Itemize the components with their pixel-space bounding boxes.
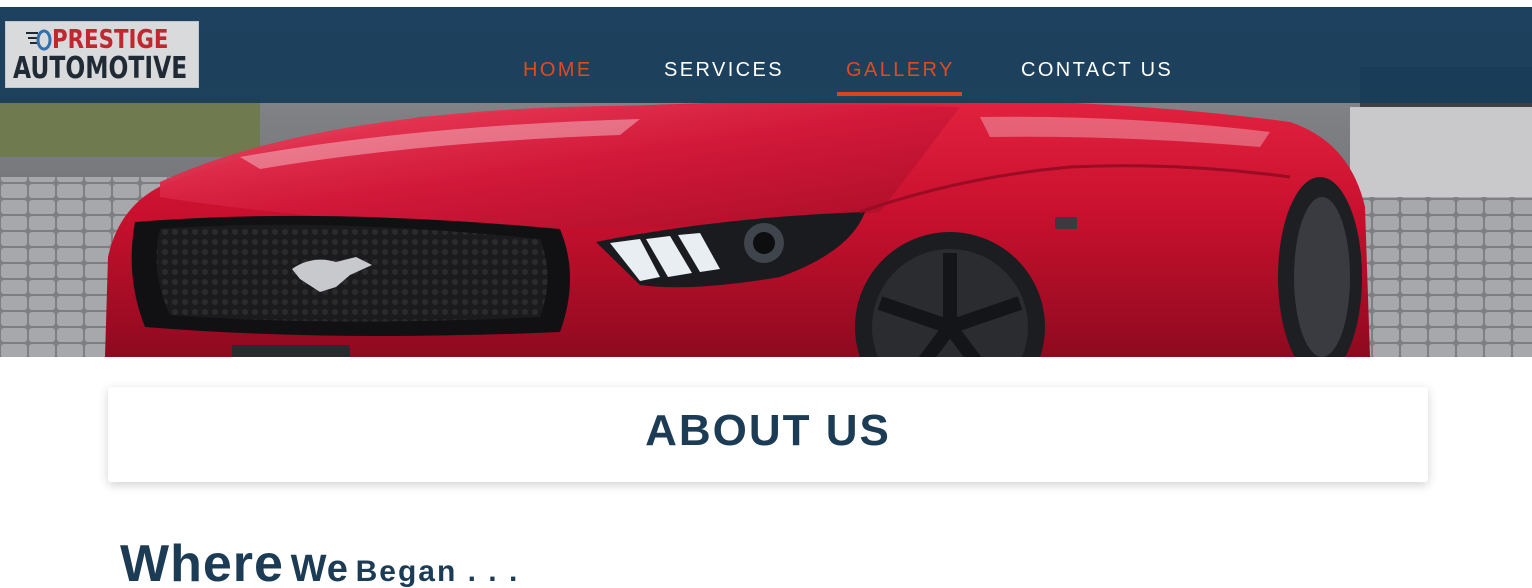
about-us-card: ABOUT US bbox=[108, 387, 1428, 482]
wheel-logo-icon bbox=[26, 29, 52, 51]
about-us-heading: ABOUT US bbox=[645, 406, 891, 455]
nav-gallery[interactable]: GALLERY bbox=[846, 58, 955, 82]
where-we-began-heading: Where We Began . . . bbox=[120, 536, 519, 588]
active-nav-indicator bbox=[837, 92, 962, 96]
brand-logo[interactable]: PRESTIGE AUTOMOTIVE bbox=[5, 21, 199, 88]
logo-text-automotive: AUTOMOTIVE bbox=[13, 51, 188, 86]
top-strip bbox=[0, 0, 1532, 7]
heading-word-began: Began . . . bbox=[355, 555, 520, 588]
nav-home[interactable]: HOME bbox=[523, 58, 593, 82]
nav-services[interactable]: SERVICES bbox=[664, 58, 784, 82]
navigation-bar: PRESTIGE AUTOMOTIVE HOME SERVICES GALLER… bbox=[0, 7, 1532, 103]
heading-word-where: Where bbox=[120, 535, 284, 588]
heading-word-we: We bbox=[290, 548, 349, 588]
nav-contact-us[interactable]: CONTACT US bbox=[1021, 58, 1173, 82]
